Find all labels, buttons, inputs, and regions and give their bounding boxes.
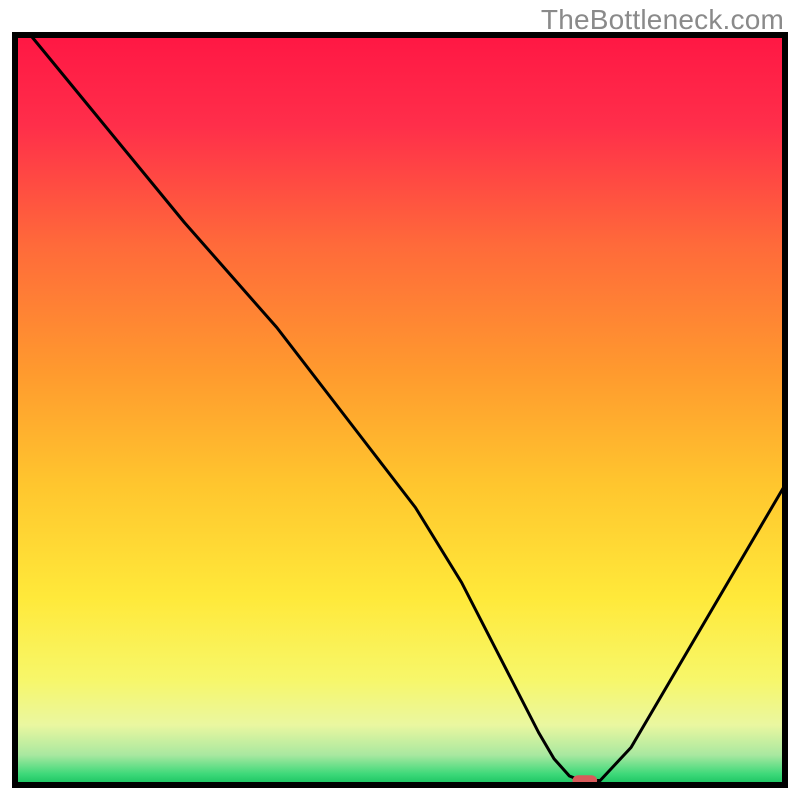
plot-background xyxy=(15,35,785,785)
chart-container: TheBottleneck.com xyxy=(0,0,800,800)
bottleneck-chart xyxy=(0,0,800,800)
watermark-text: TheBottleneck.com xyxy=(541,4,784,36)
